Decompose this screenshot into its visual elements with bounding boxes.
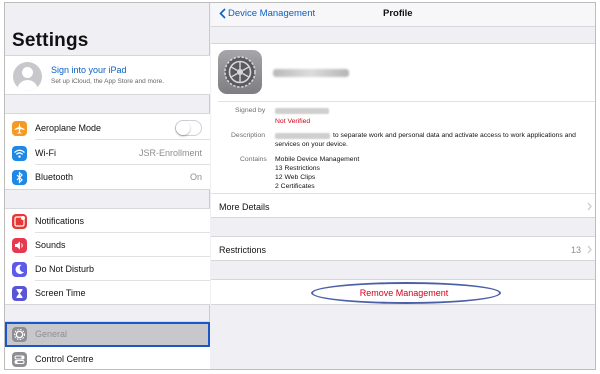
- settings-sidebar: Settings Sign into your iPad Set up iClo…: [5, 3, 210, 369]
- sidebar-item-do-not-disturb[interactable]: Do Not Disturb: [5, 257, 210, 281]
- contains-item: 12 Web Clips: [275, 174, 316, 181]
- description-label: Description: [231, 132, 265, 139]
- redacted-description: [275, 133, 330, 139]
- contains-item: Mobile Device Management: [275, 156, 360, 163]
- wifi-network-value: JSR-Enrollment: [138, 148, 202, 158]
- nav-title: Profile: [383, 8, 413, 19]
- system-group: General Control Centre: [5, 321, 210, 369]
- sidebar-item-label: Screen Time: [35, 288, 86, 298]
- sidebar-item-label: Control Centre: [35, 354, 94, 364]
- sidebar-item-label: Sounds: [35, 240, 66, 250]
- sidebar-item-screen-time[interactable]: Screen Time: [5, 281, 210, 305]
- chevron-right-icon: [587, 202, 592, 211]
- sidebar-item-aeroplane-mode[interactable]: Aeroplane Mode: [5, 116, 210, 140]
- sign-in-title: Sign into your iPad: [51, 65, 127, 75]
- bluetooth-icon: [12, 170, 27, 185]
- redacted-profile-name: [273, 69, 349, 77]
- sidebar-item-wifi[interactable]: Wi-Fi JSR-Enrollment: [5, 141, 210, 165]
- hourglass-icon: [12, 286, 27, 301]
- more-details-row[interactable]: More Details: [211, 193, 595, 218]
- sounds-icon: [12, 238, 27, 253]
- restrictions-label: Restrictions: [219, 245, 267, 255]
- more-details-label: More Details: [219, 202, 270, 212]
- sidebar-item-notifications[interactable]: Notifications: [5, 209, 210, 233]
- chevron-right-icon: [587, 245, 592, 254]
- sidebar-item-sounds[interactable]: Sounds: [5, 233, 210, 257]
- sidebar-item-bluetooth[interactable]: Bluetooth On: [5, 165, 210, 189]
- aeroplane-mode-toggle[interactable]: [175, 120, 202, 136]
- description-line-1: to separate work and personal data and a…: [333, 132, 576, 139]
- alerts-group: Notifications Sounds Do Not Disturb Scre…: [5, 208, 210, 305]
- contains-label: Contains: [240, 156, 267, 163]
- profile-detail-pane: Device Management Profile Signed by Not …: [211, 3, 595, 369]
- sidebar-item-control-centre[interactable]: Control Centre: [5, 347, 210, 369]
- sign-in-subtitle: Set up iCloud, the App Store and more.: [51, 78, 165, 85]
- gear-icon: [12, 327, 27, 342]
- profile-card: Signed by Not Verified Description to se…: [211, 43, 595, 193]
- redacted-signer: [275, 108, 329, 114]
- settings-app-icon: [218, 50, 262, 94]
- sign-in-row[interactable]: Sign into your iPad Set up iCloud, the A…: [5, 55, 210, 95]
- sidebar-item-label: General: [35, 329, 68, 339]
- notifications-icon: [12, 214, 27, 229]
- chevron-left-icon: [219, 8, 226, 19]
- back-button-label: Device Management: [228, 8, 316, 19]
- contains-item: 13 Restrictions: [275, 165, 320, 172]
- sidebar-item-label: Aeroplane Mode: [35, 123, 102, 133]
- restrictions-count: 13: [570, 245, 581, 255]
- restrictions-row[interactable]: Restrictions 13: [211, 236, 595, 261]
- back-button[interactable]: Device Management: [219, 8, 315, 19]
- sidebar-item-label: Notifications: [35, 216, 85, 226]
- navigation-bar: Device Management Profile: [211, 3, 595, 27]
- page-title: Settings: [12, 30, 89, 51]
- sidebar-item-label: Wi-Fi: [35, 148, 56, 158]
- bluetooth-value: On: [189, 172, 202, 182]
- sidebar-item-label: Do Not Disturb: [35, 264, 95, 274]
- signed-by-label: Signed by: [235, 107, 266, 114]
- sidebar-item-label: Bluetooth: [35, 172, 74, 182]
- screen: Settings Sign into your iPad Set up iClo…: [4, 2, 596, 370]
- avatar: [13, 62, 42, 91]
- remove-management-row: Remove Management: [211, 279, 595, 306]
- airplane-icon: [12, 121, 27, 136]
- moon-icon: [12, 262, 27, 277]
- description-line-2: services on your device.: [275, 141, 348, 148]
- sidebar-item-general[interactable]: General: [5, 322, 210, 347]
- wifi-icon: [12, 146, 27, 161]
- contains-item: 2 Certificates: [275, 183, 315, 190]
- connectivity-group: Aeroplane Mode Wi-Fi JSR-Enrollment Blue…: [5, 113, 210, 190]
- control-centre-icon: [12, 352, 27, 367]
- not-verified-status: Not Verified: [275, 118, 311, 125]
- remove-management-button[interactable]: Remove Management: [211, 280, 595, 306]
